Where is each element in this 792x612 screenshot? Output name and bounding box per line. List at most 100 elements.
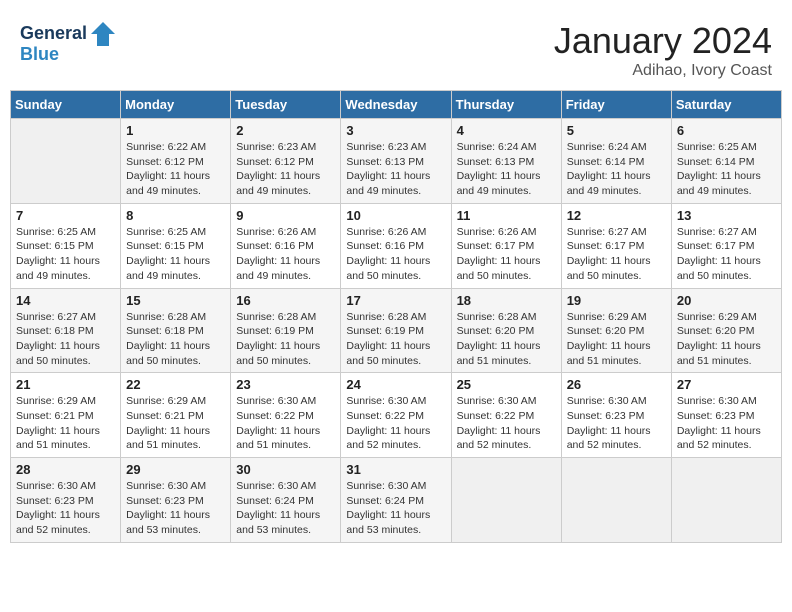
calendar-cell: 22Sunrise: 6:29 AM Sunset: 6:21 PM Dayli…	[121, 373, 231, 458]
weekday-sunday: Sunday	[11, 91, 121, 119]
page-header: General Blue January 2024 Adihao, Ivory …	[10, 10, 782, 85]
calendar-cell: 25 Sunrise: 6:30 AM Sunset: 6:22 PM Dayli…	[451, 373, 561, 458]
day-info: Sunrise: 6:28 AM Sunset: 6:18 PM Dayligh…	[126, 310, 225, 369]
day-info: Sunrise: 6:28 AM Sunset: 6:19 PM Dayligh…	[236, 310, 335, 369]
calendar-cell: 8Sunrise: 6:25 AM Sunset: 6:15 PM Daylig…	[121, 203, 231, 288]
day-info: Sunrise: 6:30 AM Sunset: 6:24 PM Dayligh…	[346, 479, 445, 538]
logo-icon	[89, 20, 117, 48]
day-number: 31	[346, 462, 445, 477]
day-number: 27	[677, 377, 776, 392]
calendar-cell: 20Sunrise: 6:29 AM Sunset: 6:20 PM Dayli…	[671, 288, 781, 373]
location-title: Adihao, Ivory Coast	[554, 62, 772, 80]
calendar-cell: 18 Sunrise: 6:28 AM Sunset: 6:20 PM Dayli…	[451, 288, 561, 373]
day-number: 28	[16, 462, 115, 477]
day-info: Sunrise: 6:24 AM Sunset: 6:13 PM Dayligh…	[457, 140, 556, 199]
calendar-week-4: 21Sunrise: 6:29 AM Sunset: 6:21 PM Dayli…	[11, 373, 782, 458]
day-info: Sunrise: 6:28 AM Sunset: 6:19 PM Dayligh…	[346, 310, 445, 369]
logo-text: General	[20, 23, 87, 45]
day-number: 14	[16, 293, 115, 308]
calendar-cell: 2 Sunrise: 6:23 AM Sunset: 6:12 PM Daylig…	[231, 119, 341, 204]
calendar-cell: 13Sunrise: 6:27 AM Sunset: 6:17 PM Dayli…	[671, 203, 781, 288]
calendar-cell: 17 Sunrise: 6:28 AM Sunset: 6:19 PM Dayli…	[341, 288, 451, 373]
weekday-wednesday: Wednesday	[341, 91, 451, 119]
day-number: 4	[457, 123, 556, 138]
calendar-week-3: 14 Sunrise: 6:27 AM Sunset: 6:18 PM Dayli…	[11, 288, 782, 373]
day-number: 25	[457, 377, 556, 392]
day-number: 15	[126, 293, 225, 308]
calendar-cell: 12 Sunrise: 6:27 AM Sunset: 6:17 PM Dayli…	[561, 203, 671, 288]
calendar-cell: 5 Sunrise: 6:24 AM Sunset: 6:14 PM Daylig…	[561, 119, 671, 204]
calendar-cell: 31 Sunrise: 6:30 AM Sunset: 6:24 PM Dayli…	[341, 458, 451, 543]
day-info: Sunrise: 6:23 AM Sunset: 6:13 PM Dayligh…	[346, 140, 445, 199]
month-title: January 2024	[554, 20, 772, 62]
day-info: Sunrise: 6:23 AM Sunset: 6:12 PM Dayligh…	[236, 140, 335, 199]
day-info: Sunrise: 6:26 AM Sunset: 6:17 PM Dayligh…	[457, 225, 556, 284]
calendar-cell	[451, 458, 561, 543]
day-number: 30	[236, 462, 335, 477]
calendar-cell: 24 Sunrise: 6:30 AM Sunset: 6:22 PM Dayli…	[341, 373, 451, 458]
day-info: Sunrise: 6:24 AM Sunset: 6:14 PM Dayligh…	[567, 140, 666, 199]
day-number: 24	[346, 377, 445, 392]
day-info: Sunrise: 6:30 AM Sunset: 6:22 PM Dayligh…	[457, 394, 556, 453]
calendar-cell: 7Sunrise: 6:25 AM Sunset: 6:15 PM Daylig…	[11, 203, 121, 288]
day-number: 12	[567, 208, 666, 223]
title-section: January 2024 Adihao, Ivory Coast	[554, 20, 772, 80]
weekday-friday: Friday	[561, 91, 671, 119]
calendar-cell	[561, 458, 671, 543]
day-info: Sunrise: 6:29 AM Sunset: 6:21 PM Dayligh…	[126, 394, 225, 453]
day-number: 9	[236, 208, 335, 223]
day-info: Sunrise: 6:25 AM Sunset: 6:15 PM Dayligh…	[16, 225, 115, 284]
day-number: 26	[567, 377, 666, 392]
day-info: Sunrise: 6:27 AM Sunset: 6:18 PM Dayligh…	[16, 310, 115, 369]
day-info: Sunrise: 6:30 AM Sunset: 6:24 PM Dayligh…	[236, 479, 335, 538]
calendar-cell: 3Sunrise: 6:23 AM Sunset: 6:13 PM Daylig…	[341, 119, 451, 204]
day-number: 10	[346, 208, 445, 223]
calendar-week-5: 28 Sunrise: 6:30 AM Sunset: 6:23 PM Dayli…	[11, 458, 782, 543]
day-info: Sunrise: 6:26 AM Sunset: 6:16 PM Dayligh…	[236, 225, 335, 284]
weekday-header-row: SundayMondayTuesdayWednesdayThursdayFrid…	[11, 91, 782, 119]
calendar-week-1: 1 Sunrise: 6:22 AM Sunset: 6:12 PM Daylig…	[11, 119, 782, 204]
calendar-cell: 9 Sunrise: 6:26 AM Sunset: 6:16 PM Daylig…	[231, 203, 341, 288]
day-number: 8	[126, 208, 225, 223]
calendar-cell: 14 Sunrise: 6:27 AM Sunset: 6:18 PM Dayli…	[11, 288, 121, 373]
calendar-cell: 4 Sunrise: 6:24 AM Sunset: 6:13 PM Daylig…	[451, 119, 561, 204]
day-info: Sunrise: 6:22 AM Sunset: 6:12 PM Dayligh…	[126, 140, 225, 199]
calendar-cell: 26 Sunrise: 6:30 AM Sunset: 6:23 PM Dayli…	[561, 373, 671, 458]
weekday-saturday: Saturday	[671, 91, 781, 119]
day-number: 1	[126, 123, 225, 138]
day-info: Sunrise: 6:29 AM Sunset: 6:20 PM Dayligh…	[567, 310, 666, 369]
day-info: Sunrise: 6:30 AM Sunset: 6:23 PM Dayligh…	[126, 479, 225, 538]
day-info: Sunrise: 6:28 AM Sunset: 6:20 PM Dayligh…	[457, 310, 556, 369]
day-info: Sunrise: 6:25 AM Sunset: 6:14 PM Dayligh…	[677, 140, 776, 199]
weekday-tuesday: Tuesday	[231, 91, 341, 119]
calendar-table: SundayMondayTuesdayWednesdayThursdayFrid…	[10, 90, 782, 543]
calendar-cell: 16 Sunrise: 6:28 AM Sunset: 6:19 PM Dayli…	[231, 288, 341, 373]
calendar-cell: 19Sunrise: 6:29 AM Sunset: 6:20 PM Dayli…	[561, 288, 671, 373]
day-number: 16	[236, 293, 335, 308]
calendar-week-2: 7Sunrise: 6:25 AM Sunset: 6:15 PM Daylig…	[11, 203, 782, 288]
day-info: Sunrise: 6:27 AM Sunset: 6:17 PM Dayligh…	[567, 225, 666, 284]
day-info: Sunrise: 6:29 AM Sunset: 6:21 PM Dayligh…	[16, 394, 115, 453]
day-info: Sunrise: 6:30 AM Sunset: 6:23 PM Dayligh…	[16, 479, 115, 538]
calendar-cell: 21Sunrise: 6:29 AM Sunset: 6:21 PM Dayli…	[11, 373, 121, 458]
calendar-cell: 30 Sunrise: 6:30 AM Sunset: 6:24 PM Dayli…	[231, 458, 341, 543]
day-info: Sunrise: 6:30 AM Sunset: 6:23 PM Dayligh…	[567, 394, 666, 453]
day-info: Sunrise: 6:30 AM Sunset: 6:23 PM Dayligh…	[677, 394, 776, 453]
day-number: 11	[457, 208, 556, 223]
day-number: 20	[677, 293, 776, 308]
calendar-cell: 29 Sunrise: 6:30 AM Sunset: 6:23 PM Dayli…	[121, 458, 231, 543]
day-number: 17	[346, 293, 445, 308]
day-info: Sunrise: 6:26 AM Sunset: 6:16 PM Dayligh…	[346, 225, 445, 284]
day-number: 23	[236, 377, 335, 392]
calendar-cell: 27 Sunrise: 6:30 AM Sunset: 6:23 PM Dayli…	[671, 373, 781, 458]
day-number: 6	[677, 123, 776, 138]
calendar-cell: 28 Sunrise: 6:30 AM Sunset: 6:23 PM Dayli…	[11, 458, 121, 543]
day-number: 29	[126, 462, 225, 477]
calendar-cell	[11, 119, 121, 204]
day-number: 5	[567, 123, 666, 138]
day-number: 18	[457, 293, 556, 308]
day-info: Sunrise: 6:27 AM Sunset: 6:17 PM Dayligh…	[677, 225, 776, 284]
day-number: 2	[236, 123, 335, 138]
calendar-cell: 23Sunrise: 6:30 AM Sunset: 6:22 PM Dayli…	[231, 373, 341, 458]
day-info: Sunrise: 6:30 AM Sunset: 6:22 PM Dayligh…	[346, 394, 445, 453]
